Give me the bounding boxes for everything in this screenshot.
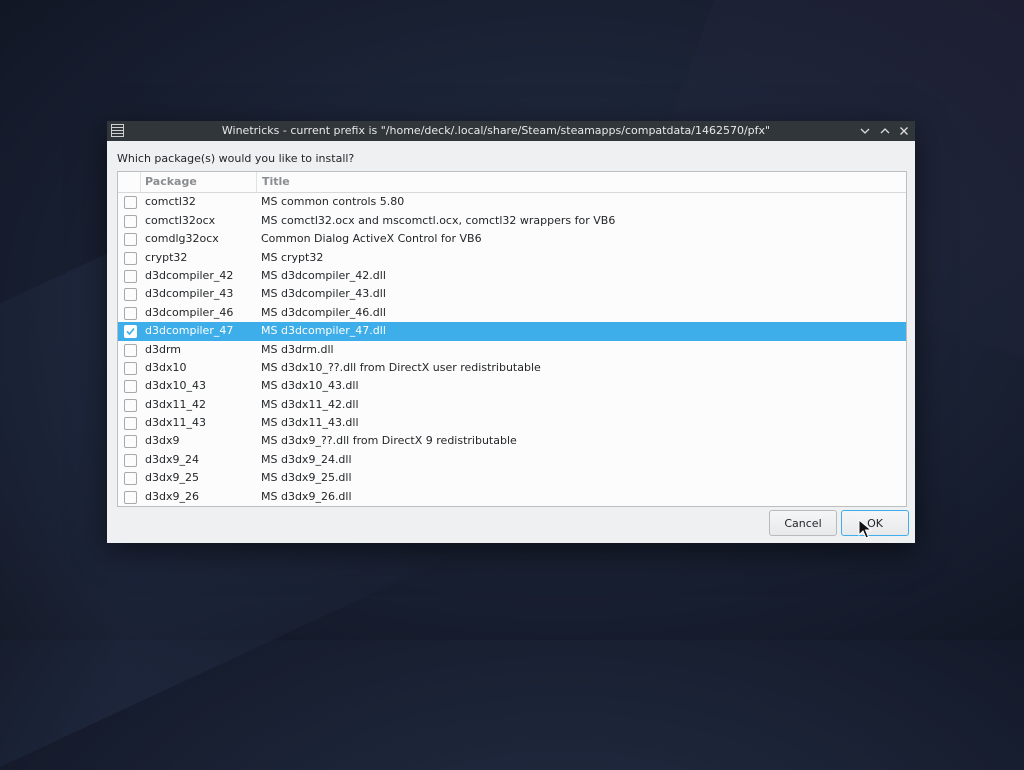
package-checkbox[interactable] bbox=[124, 417, 137, 431]
package-checkbox[interactable] bbox=[124, 472, 137, 486]
package-checkbox[interactable] bbox=[124, 233, 137, 247]
table-row[interactable]: crypt32 MS crypt32 bbox=[118, 249, 906, 267]
package-title: MS d3dx10_43.dll bbox=[261, 379, 359, 393]
package-checkbox[interactable] bbox=[124, 361, 137, 375]
package-name: d3dcompiler_46 bbox=[145, 305, 234, 319]
package-title: MS d3dx9_??.dll from DirectX 9 redistrib… bbox=[261, 434, 517, 448]
package-name: d3dx11_43 bbox=[145, 416, 206, 430]
list-header: Package Title bbox=[118, 172, 906, 193]
package-checkbox[interactable] bbox=[124, 343, 137, 357]
table-row[interactable]: d3dcompiler_47 MS d3dcompiler_47.dll bbox=[118, 322, 906, 341]
package-name: d3dx10 bbox=[145, 360, 187, 374]
close-icon[interactable] bbox=[896, 123, 912, 139]
package-title: MS d3dcompiler_46.dll bbox=[261, 305, 386, 319]
package-title: MS d3dcompiler_43.dll bbox=[261, 287, 386, 301]
table-row[interactable]: d3dx9_25 MS d3dx9_25.dll bbox=[118, 469, 906, 487]
package-checkbox[interactable] bbox=[124, 380, 137, 394]
package-title: Common Dialog ActiveX Control for VB6 bbox=[261, 232, 482, 246]
package-name: d3dx9_24 bbox=[145, 452, 199, 466]
table-row[interactable]: d3dcompiler_43 MS d3dcompiler_43.dll bbox=[118, 285, 906, 303]
table-row[interactable]: comdlg32ocx Common Dialog ActiveX Control… bbox=[118, 230, 906, 248]
package-title: MS d3dcompiler_42.dll bbox=[261, 268, 386, 282]
title-bar[interactable]: Winetricks - current prefix is "/home/de… bbox=[107, 121, 915, 141]
package-name: d3drm bbox=[145, 342, 182, 356]
winetricks-dialog: Winetricks - current prefix is "/home/de… bbox=[107, 121, 915, 543]
cancel-button[interactable]: Cancel bbox=[769, 510, 837, 536]
package-checkbox[interactable] bbox=[124, 453, 137, 467]
package-checkbox[interactable] bbox=[124, 269, 137, 283]
package-name: d3dcompiler_43 bbox=[145, 287, 234, 301]
table-row[interactable]: comctl32 MS common controls 5.80 bbox=[118, 193, 906, 211]
table-row[interactable]: d3dx9_26 MS d3dx9_26.dll bbox=[118, 488, 906, 506]
package-title: MS d3dx9_25.dll bbox=[261, 471, 352, 485]
package-checkbox[interactable] bbox=[124, 490, 137, 504]
table-row[interactable]: d3drm MS d3drm.dll bbox=[118, 341, 906, 359]
install-prompt: Which package(s) would you like to insta… bbox=[117, 152, 355, 165]
package-title: MS comctl32.ocx and mscomctl.ocx, comctl… bbox=[261, 213, 616, 227]
package-title: MS d3dx9_24.dll bbox=[261, 452, 352, 466]
package-title: MS d3dx11_43.dll bbox=[261, 416, 359, 430]
package-checkbox[interactable] bbox=[124, 196, 137, 210]
minimize-icon[interactable] bbox=[857, 123, 873, 139]
table-row[interactable]: d3dx11_43 MS d3dx11_43.dll bbox=[118, 414, 906, 432]
package-checkbox[interactable] bbox=[124, 288, 137, 302]
package-checkbox[interactable] bbox=[124, 251, 137, 265]
package-name: comdlg32ocx bbox=[145, 232, 219, 246]
table-row[interactable]: d3dx10_43 MS d3dx10_43.dll bbox=[118, 377, 906, 395]
package-name: comctl32ocx bbox=[145, 213, 216, 227]
column-header-package[interactable]: Package bbox=[145, 175, 197, 188]
package-name: comctl32 bbox=[145, 195, 196, 209]
package-name: d3dcompiler_47 bbox=[145, 324, 234, 338]
package-checkbox[interactable] bbox=[124, 214, 137, 228]
table-row[interactable]: d3dcompiler_42 MS d3dcompiler_42.dll bbox=[118, 267, 906, 285]
package-name: d3dx9_25 bbox=[145, 471, 199, 485]
table-row[interactable]: d3dx9 MS d3dx9_??.dll from DirectX 9 redi… bbox=[118, 432, 906, 450]
package-title: MS crypt32 bbox=[261, 250, 324, 264]
package-title: MS d3dx11_42.dll bbox=[261, 397, 359, 411]
package-title: MS common controls 5.80 bbox=[261, 195, 405, 209]
package-name: crypt32 bbox=[145, 250, 188, 264]
table-row[interactable]: d3dx11_42 MS d3dx11_42.dll bbox=[118, 396, 906, 414]
package-name: d3dx9_26 bbox=[145, 489, 199, 503]
package-checkbox[interactable] bbox=[124, 435, 137, 449]
package-title: MS d3dx10_??.dll from DirectX user redis… bbox=[261, 360, 541, 374]
package-name: d3dx11_42 bbox=[145, 397, 206, 411]
column-header-title[interactable]: Title bbox=[262, 175, 290, 188]
window-menu-icon[interactable] bbox=[111, 124, 124, 137]
table-row[interactable]: d3dx9_24 MS d3dx9_24.dll bbox=[118, 451, 906, 469]
maximize-icon[interactable] bbox=[877, 123, 893, 139]
package-list[interactable]: cnc_ddrawReimplentation of ddraw for CnC… bbox=[117, 171, 907, 507]
table-row[interactable]: d3dcompiler_46 MS d3dcompiler_46.dll bbox=[118, 304, 906, 322]
window-title: Winetricks - current prefix is "/home/de… bbox=[221, 124, 771, 137]
package-name: d3dx9 bbox=[145, 434, 180, 448]
table-row[interactable]: comctl32ocx MS comctl32.ocx and mscomctl.… bbox=[118, 212, 906, 230]
checkmark-icon bbox=[126, 328, 135, 336]
package-rows: cnc_ddrawReimplentation of ddraw for CnC… bbox=[118, 175, 906, 506]
package-name: d3dcompiler_42 bbox=[145, 268, 234, 282]
package-checkbox[interactable] bbox=[124, 325, 137, 339]
table-row[interactable]: d3dx10 MS d3dx10_??.dll from DirectX user… bbox=[118, 359, 906, 377]
mouse-cursor-icon bbox=[858, 519, 872, 539]
ok-button[interactable]: OK bbox=[841, 510, 909, 536]
header-check-column[interactable] bbox=[118, 172, 141, 192]
package-checkbox[interactable] bbox=[124, 398, 137, 412]
package-title: MS d3dcompiler_47.dll bbox=[261, 324, 386, 338]
package-title: MS d3dx9_26.dll bbox=[261, 489, 352, 503]
package-name: d3dx10_43 bbox=[145, 379, 206, 393]
package-title: MS d3drm.dll bbox=[261, 342, 334, 356]
column-separator bbox=[256, 172, 257, 192]
package-checkbox[interactable] bbox=[124, 306, 137, 320]
